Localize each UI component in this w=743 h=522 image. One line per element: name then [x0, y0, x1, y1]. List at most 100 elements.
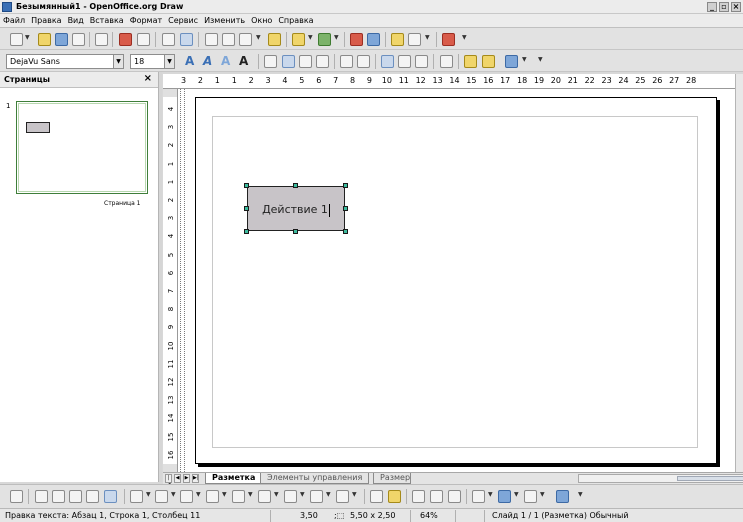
font-size-combo[interactable]: 18 ▼	[130, 54, 175, 69]
menu-window[interactable]: Окно	[248, 14, 275, 25]
shape-text[interactable]: Действие 1	[262, 203, 328, 216]
shadow-icon[interactable]: A	[239, 54, 248, 68]
undo-dropdown-icon[interactable]: ▼	[308, 34, 313, 41]
lines-dropdown-icon[interactable]: ▼	[196, 491, 201, 498]
resize-handle-ne[interactable]	[343, 183, 348, 188]
copy-icon[interactable]	[222, 33, 235, 46]
rectangle-icon[interactable]	[69, 490, 82, 503]
rotate-icon[interactable]	[472, 490, 485, 503]
bold-icon[interactable]: A	[185, 54, 194, 68]
edit-file-icon[interactable]	[95, 33, 108, 46]
connector-dropdown-icon[interactable]: ▼	[171, 491, 176, 498]
menu-edit[interactable]: Правка	[28, 14, 64, 25]
paste-icon[interactable]	[239, 33, 252, 46]
drawing-canvas[interactable]: Действие 1	[178, 89, 735, 472]
cut-icon[interactable]	[205, 33, 218, 46]
chart-icon[interactable]	[350, 33, 363, 46]
horizontal-scrollbar[interactable]	[578, 474, 743, 483]
redo-dropdown-icon[interactable]: ▼	[334, 34, 339, 41]
new-dropdown-icon[interactable]: ▼	[25, 34, 30, 41]
resize-handle-n[interactable]	[293, 183, 298, 188]
first-tab-icon[interactable]: |◀	[165, 474, 172, 488]
curve-icon[interactable]	[130, 490, 143, 503]
menu-tools[interactable]: Сервис	[165, 14, 201, 25]
points-edit-icon[interactable]	[370, 490, 383, 503]
tab-layout[interactable]: Разметка	[205, 473, 263, 484]
horizontal-scroll-thumb[interactable]	[677, 476, 743, 481]
glue-points-icon[interactable]	[388, 490, 401, 503]
extrusion-onoff-icon[interactable]	[556, 490, 569, 503]
vertical-scrollbar[interactable]	[735, 74, 743, 472]
points-icon[interactable]	[391, 33, 404, 46]
align-top-icon[interactable]	[381, 55, 394, 68]
undo-icon[interactable]	[292, 33, 305, 46]
align-center-icon[interactable]	[282, 55, 295, 68]
callouts-dropdown-icon[interactable]: ▼	[326, 491, 331, 498]
basic-shapes-dropdown-icon[interactable]: ▼	[222, 491, 227, 498]
bullets-icon[interactable]	[340, 55, 353, 68]
stars-dropdown-icon[interactable]: ▼	[352, 491, 357, 498]
from-file-icon[interactable]	[412, 490, 425, 503]
navigator-icon[interactable]	[367, 33, 380, 46]
arrow-line-icon[interactable]	[52, 490, 65, 503]
resize-handle-e[interactable]	[343, 206, 348, 211]
numbering-icon[interactable]	[357, 55, 370, 68]
format-paintbrush-icon[interactable]	[268, 33, 281, 46]
block-arrows-dropdown-icon[interactable]: ▼	[274, 491, 279, 498]
curve-dropdown-icon[interactable]: ▼	[146, 491, 151, 498]
stars-icon[interactable]	[336, 490, 349, 503]
flowchart-dropdown-icon[interactable]: ▼	[300, 491, 305, 498]
select-all-icon[interactable]	[505, 55, 518, 68]
drawing-toolbar-options-icon[interactable]: ▼	[578, 491, 583, 498]
minimize-button[interactable]: _	[707, 2, 717, 12]
save-icon[interactable]	[55, 33, 68, 46]
email-icon[interactable]	[72, 33, 85, 46]
print-icon[interactable]	[137, 33, 150, 46]
export-pdf-icon[interactable]	[119, 33, 132, 46]
format-toolbar-options-icon[interactable]: ▼	[538, 56, 543, 63]
maximize-button[interactable]: ▫	[719, 2, 729, 12]
lines-arrows-icon[interactable]	[180, 490, 193, 503]
line-icon[interactable]	[35, 490, 48, 503]
justify-icon[interactable]	[316, 55, 329, 68]
align-objects-dropdown-icon[interactable]: ▼	[514, 491, 519, 498]
character-icon[interactable]	[464, 55, 477, 68]
rotate-dropdown-icon[interactable]: ▼	[488, 491, 493, 498]
next-tab-icon[interactable]: ▶	[183, 474, 190, 483]
toolbar-options-icon[interactable]: ▼	[462, 34, 467, 41]
zoom-icon[interactable]	[408, 33, 421, 46]
flowchart-icon[interactable]	[284, 490, 297, 503]
autospellcheck-icon[interactable]	[180, 33, 193, 46]
redo-icon[interactable]	[318, 33, 331, 46]
close-window-button[interactable]: ×	[731, 2, 741, 12]
basic-shapes-icon[interactable]	[206, 490, 219, 503]
panel-splitter[interactable]	[159, 72, 162, 482]
menu-view[interactable]: Вид	[65, 14, 87, 25]
prev-tab-icon[interactable]: ◀	[174, 474, 181, 483]
last-tab-icon[interactable]: ▶|	[192, 474, 199, 483]
page-thumbnail[interactable]	[16, 101, 148, 194]
zoom-dropdown-icon[interactable]: ▼	[425, 34, 430, 41]
underline-icon[interactable]: A	[221, 54, 230, 68]
callouts-icon[interactable]	[310, 490, 323, 503]
font-size-dropdown-icon[interactable]: ▼	[164, 55, 174, 68]
text-shape[interactable]: Действие 1	[247, 186, 345, 231]
resize-handle-sw[interactable]	[244, 229, 249, 234]
resize-handle-w[interactable]	[244, 206, 249, 211]
menu-help[interactable]: Справка	[275, 14, 316, 25]
connector-icon[interactable]	[155, 490, 168, 503]
horizontal-ruler[interactable]: 3 2 1 1 2 3 4 5 6 7 8 9 10 11 12 13 14 15 16 17 18 19 20 21 22 23…	[163, 74, 736, 89]
resize-handle-s[interactable]	[293, 229, 298, 234]
align-middle-icon[interactable]	[398, 55, 411, 68]
gallery-icon[interactable]	[430, 490, 443, 503]
open-icon[interactable]	[38, 33, 51, 46]
symbol-shapes-dropdown-icon[interactable]: ▼	[248, 491, 253, 498]
help-icon[interactable]	[442, 33, 455, 46]
close-panel-icon[interactable]: ×	[144, 73, 152, 84]
align-right-icon[interactable]	[299, 55, 312, 68]
paragraph-icon[interactable]	[482, 55, 495, 68]
align-left-icon[interactable]	[264, 55, 277, 68]
select-arrow-icon[interactable]	[10, 490, 23, 503]
vertical-ruler[interactable]: 4 3 2 1 1 2 3 4 5 6 7 8 9 10 11 12 13 14 15 16	[163, 89, 178, 472]
extrusion-icon[interactable]	[448, 490, 461, 503]
